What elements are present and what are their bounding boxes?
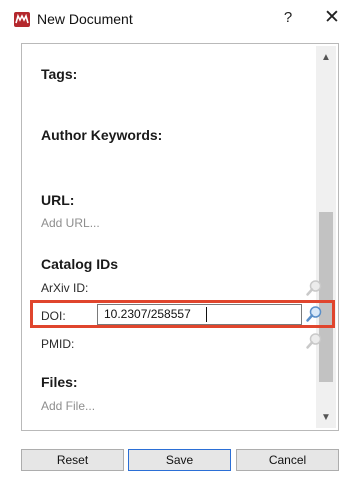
arxiv-id-label: ArXiv ID: — [41, 281, 89, 295]
save-button[interactable]: Save — [128, 449, 231, 471]
details-panel — [21, 43, 339, 431]
doi-label: DOI: — [41, 309, 66, 323]
reset-button[interactable]: Reset — [21, 449, 124, 471]
mendeley-logo-icon — [14, 12, 30, 27]
arxiv-lookup-magnifier-icon[interactable] — [305, 279, 323, 297]
scroll-down-arrow-icon[interactable]: ▼ — [319, 412, 333, 423]
title-bar: New Document ? ✕ — [0, 0, 360, 40]
add-file-link[interactable]: Add File... — [41, 399, 95, 413]
close-button[interactable]: ✕ — [320, 6, 344, 29]
text-caret — [206, 307, 207, 322]
url-heading: URL: — [41, 192, 75, 208]
cancel-button[interactable]: Cancel — [236, 449, 339, 471]
vertical-scrollbar[interactable]: ▲ ▼ — [316, 46, 336, 428]
add-url-link[interactable]: Add URL... — [41, 216, 100, 230]
tags-heading: Tags: — [41, 66, 78, 82]
files-heading: Files: — [41, 374, 78, 390]
doi-lookup-magnifier-icon[interactable] — [305, 305, 323, 323]
pmid-lookup-magnifier-icon[interactable] — [305, 332, 323, 350]
catalog-ids-heading: Catalog IDs — [41, 256, 119, 272]
doi-input[interactable]: 10.2307/258557 — [97, 304, 302, 325]
help-button[interactable]: ? — [280, 9, 296, 26]
pmid-label: PMID: — [41, 337, 75, 351]
window-title: New Document — [37, 11, 133, 27]
author-keywords-heading: Author Keywords: — [41, 127, 163, 143]
scroll-up-arrow-icon[interactable]: ▲ — [319, 52, 333, 63]
